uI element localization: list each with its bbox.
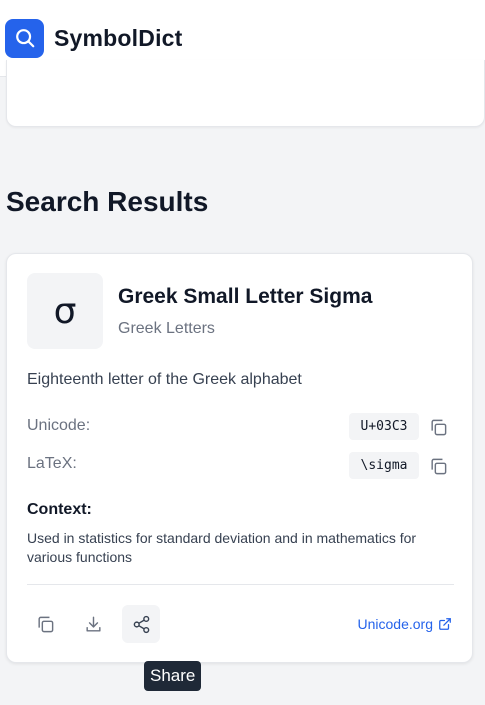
share-tooltip: Share bbox=[144, 661, 202, 691]
unicode-org-link[interactable]: Unicode.org bbox=[358, 616, 453, 632]
unicode-value: U+03C3 bbox=[349, 413, 419, 440]
external-link-icon bbox=[439, 618, 451, 630]
share-icon bbox=[133, 615, 149, 633]
copy-icon bbox=[430, 419, 446, 435]
symbol-card: σ Greek Small Letter Sigma Greek Letters… bbox=[6, 253, 473, 663]
symbol-category: Greek Letters bbox=[118, 320, 215, 337]
share-button[interactable] bbox=[122, 605, 160, 643]
search-panel bbox=[6, 60, 485, 127]
context-label: Context: bbox=[27, 501, 92, 518]
copy-symbol-button[interactable] bbox=[26, 605, 64, 643]
app-logo[interactable] bbox=[5, 18, 44, 58]
symbol-glyph: σ bbox=[27, 273, 103, 349]
symbol-description: Eighteenth letter of the Greek alphabet bbox=[27, 371, 302, 388]
unicode-org-link-label: Unicode.org bbox=[357, 616, 434, 632]
symbol-name: Greek Small Letter Sigma bbox=[118, 285, 373, 308]
latex-label: LaTeX: bbox=[27, 455, 77, 472]
copy-unicode-button[interactable] bbox=[427, 416, 449, 438]
download-icon bbox=[85, 616, 101, 632]
context-text: Used in statistics for standard deviatio… bbox=[27, 530, 417, 565]
unicode-label: Unicode: bbox=[27, 417, 91, 434]
copy-icon bbox=[430, 458, 446, 474]
app-title: SymbolDict bbox=[54, 24, 183, 51]
divider bbox=[27, 584, 454, 585]
latex-value: \sigma bbox=[349, 452, 419, 479]
download-button[interactable] bbox=[74, 605, 112, 643]
search-icon bbox=[15, 29, 34, 48]
copy-latex-button[interactable] bbox=[427, 455, 449, 477]
copy-icon bbox=[37, 616, 53, 632]
search-results-heading: Search Results bbox=[6, 186, 209, 217]
